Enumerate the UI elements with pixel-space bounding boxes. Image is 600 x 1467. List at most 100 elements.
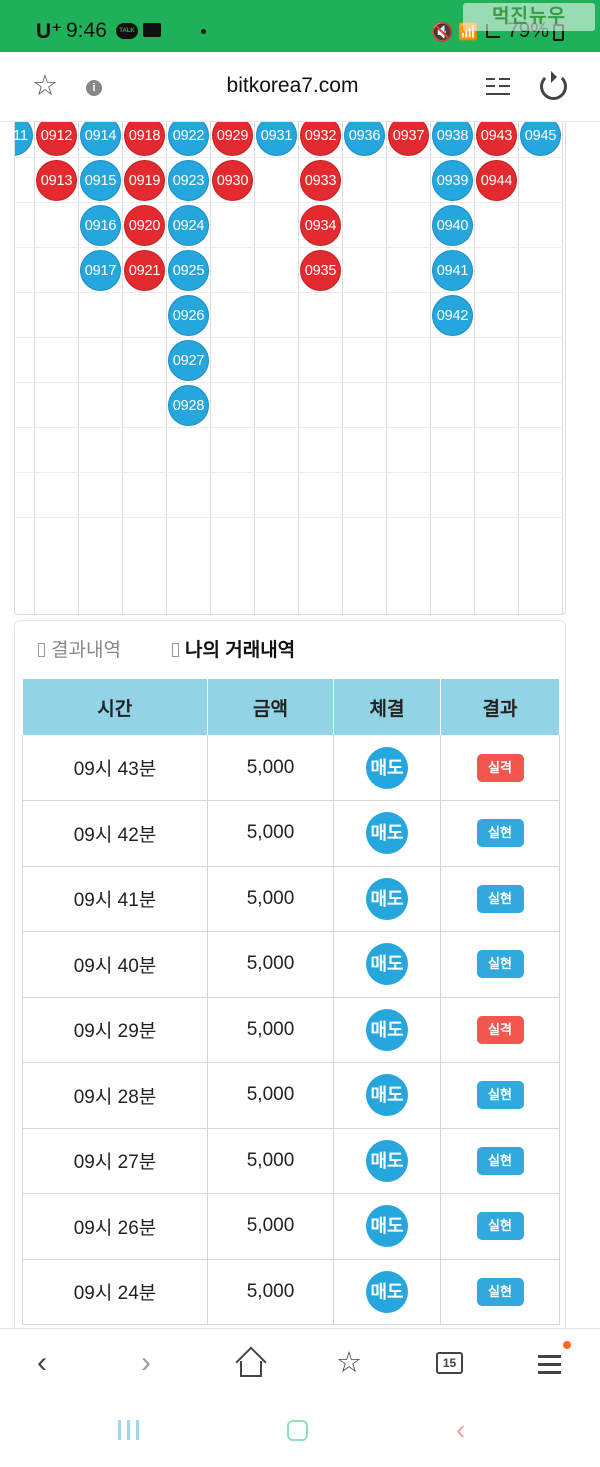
blue-ball: 0945 [520,122,561,156]
blue-ball: 0938 [432,122,473,156]
grid-cell [519,473,563,518]
red-ball: 0919 [124,160,165,201]
grid-cell [15,383,35,428]
grid-cell [387,158,431,203]
red-ball: 0930 [212,160,253,201]
forward-icon[interactable]: › [141,1347,151,1379]
grid-cell [35,293,79,338]
grid-cell [475,428,519,473]
table-row: 09시 26분 5,000 매도 실현 [22,1193,560,1260]
bookmark-star-icon[interactable]: ☆ [32,71,58,101]
trade-history-table: 시간 금액 체결 결과 09시 43분 5,000 매도 실격 09시 42분 5,000… [22,679,560,1325]
grid-cell [255,428,299,473]
row-result: 실현 [440,800,560,867]
grid-cell: 0926 [167,293,211,338]
home-icon[interactable] [236,1351,264,1377]
table-row: 09시 40분 5,000 매도 실현 [22,931,560,998]
address-bar[interactable]: bitkorea7.com [150,74,435,98]
row-result: 실현 [440,1062,560,1129]
grid-cell: 0936 [343,122,387,158]
result-badge: 실현 [476,1081,524,1110]
grid-cell: 0913 [35,158,79,203]
reader-mode-icon[interactable] [486,76,510,98]
grid-cell: 0924 [167,203,211,248]
grid-cell [15,473,35,518]
row-amount: 5,000 [207,866,334,932]
grid-cell [255,473,299,518]
blue-ball: 0917 [80,250,121,291]
blue-ball: 0939 [432,160,473,201]
grid-cell [35,248,79,293]
header-result: 결과 [440,679,560,735]
grid-cell: 0945 [519,122,563,158]
watermark-logo: 먹진뉴우 [463,3,595,31]
row-result: 실현 [440,931,560,998]
row-time: 09시 42분 [22,800,208,867]
tab-results-label: 결과내역 [51,640,121,661]
blue-ball: 0925 [168,250,209,291]
table-header-row: 시간 금액 체결 결과 [22,679,560,735]
grid-cell [211,428,255,473]
grid-cell [387,203,431,248]
tab-my-trades-label: 나의 거래내역 [185,640,296,661]
grid-cell [211,203,255,248]
blue-ball: 0940 [432,205,473,246]
grid-column: 0943 0944 [475,122,519,614]
grid-cell [343,293,387,338]
grid-column: 0938 0939 0940 0941 0942 [431,122,475,614]
grid-cell: 0944 [475,158,519,203]
grid-cell [211,338,255,383]
blue-ball: 0923 [168,160,209,201]
result-badge: 실격 [476,753,524,782]
grid-cell: 0920 [123,203,167,248]
grid-cell: 0916 [79,203,123,248]
grid-cell [123,473,167,518]
system-home-icon[interactable] [287,1420,308,1441]
grid-cell: 0927 [167,338,211,383]
row-execution: 매도 [333,1062,441,1129]
row-result: 실격 [440,735,560,801]
grid-cell: 0940 [431,203,475,248]
grid-cell [35,473,79,518]
grid-cell: 0917 [79,248,123,293]
back-icon[interactable]: ‹ [37,1347,47,1379]
grid-column: 0936 [343,122,387,614]
sell-badge: 매도 [366,877,408,920]
tabs-count-icon[interactable]: 15 [436,1352,463,1374]
grid-cell: 0937 [387,122,431,158]
grid-cell [123,293,167,338]
reload-icon[interactable] [540,71,567,100]
grid-cell [387,428,431,473]
message-icon [143,23,161,37]
recent-apps-icon[interactable] [118,1420,140,1440]
blue-ball: 0942 [432,295,473,336]
grid-cell [519,383,563,428]
grid-cell: 0919 [123,158,167,203]
grid-cell [475,473,519,518]
row-amount: 5,000 [207,1128,334,1194]
row-amount: 5,000 [207,800,334,867]
system-back-icon[interactable]: ‹ [456,1414,465,1446]
red-ball: 0935 [300,250,341,291]
red-ball: 0932 [300,122,341,156]
result-badge: 실현 [476,1212,524,1241]
red-ball: 0937 [388,122,429,156]
tab-my-trades[interactable]: 나의 거래내역 [172,635,295,662]
table-row: 09시 24분 5,000 매도 실현 [22,1259,560,1325]
grid-cell [123,428,167,473]
grid-cell [343,473,387,518]
grid-cell [255,293,299,338]
grid-cell [79,338,123,383]
row-time: 09시 26분 [22,1193,208,1260]
row-time: 09시 29분 [22,997,208,1063]
site-info-icon[interactable]: i [86,80,102,96]
grid-cell [387,248,431,293]
grid-cell [475,293,519,338]
menu-icon[interactable] [538,1355,561,1374]
bookmarks-icon[interactable]: ☆ [336,1347,362,1379]
grid-column: 0911 [15,122,35,614]
tab-results[interactable]: 결과내역 [38,635,121,662]
grid-cell [79,473,123,518]
browser-toolbar: ☆ i bitkorea7.com [0,52,600,122]
grid-cell [15,158,35,203]
